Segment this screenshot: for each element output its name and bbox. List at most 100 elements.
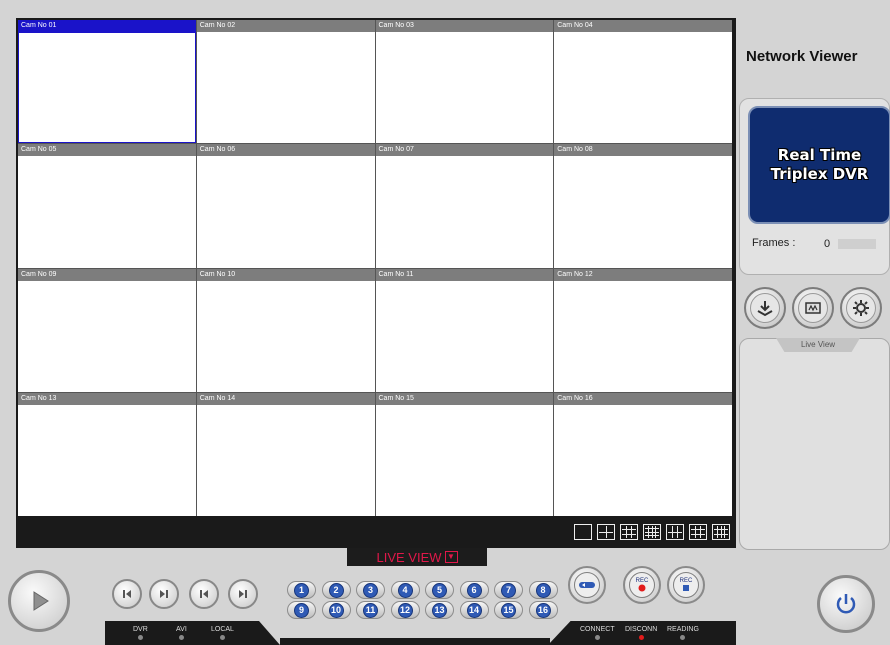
dvr-icon (574, 572, 600, 598)
camera-number-label: 2 (328, 582, 344, 598)
camera-tile[interactable]: Cam No 05 (18, 144, 196, 268)
rec-blue-icon: REC (673, 572, 699, 598)
record-stop-button[interactable]: REC (667, 566, 705, 604)
camera-number-button[interactable]: 1 (287, 581, 316, 599)
step-forward-button[interactable] (149, 579, 179, 609)
camera-title: Cam No 03 (375, 20, 554, 32)
camera-number-button[interactable]: 2 (321, 581, 351, 599)
status-label: DVR (133, 626, 148, 633)
camera-number-label: 11 (363, 602, 378, 618)
camera-number-button[interactable]: 10 (321, 601, 351, 619)
layout-grid-icon (576, 526, 590, 538)
avi-button[interactable] (792, 287, 834, 329)
camera-tile[interactable]: Cam No 06 (196, 144, 375, 268)
camera-tile[interactable]: Cam No 01 (18, 20, 196, 144)
layout-grid-icon (622, 526, 636, 538)
status-led-icon (219, 635, 225, 640)
status-led-icon (178, 635, 184, 640)
logo-panel: Real Time Triplex DVR Frames : 0 (739, 98, 890, 275)
step-back-button[interactable] (112, 579, 142, 609)
camera-grid: Cam No 01 Cam No 02 Cam No 03 Cam No 04 Cam … (18, 20, 732, 516)
settings-button[interactable] (840, 287, 882, 329)
camera-tile[interactable]: Cam No 07 (375, 144, 554, 268)
play-button[interactable] (8, 570, 70, 632)
camera-number-button[interactable]: 16 (528, 601, 558, 619)
camera-number-label: 9 (294, 602, 309, 618)
layout-button-6[interactable] (689, 524, 707, 540)
status-indicator: DVR (133, 626, 148, 640)
download-icon (750, 293, 780, 323)
camera-tile[interactable]: Cam No 16 (554, 392, 732, 516)
status-indicator: CONNECT (580, 626, 615, 640)
camera-number-label: 5 (432, 582, 447, 598)
camera-number-button[interactable]: 4 (390, 581, 420, 599)
layout-button-7[interactable] (712, 524, 730, 540)
layout-button-2[interactable] (597, 524, 615, 540)
layout-grid-icon (668, 526, 682, 538)
live-view-selector[interactable]: LIVE VIEW ▼ (347, 548, 487, 566)
camera-number-button[interactable]: 9 (287, 601, 316, 619)
camera-number-label: 12 (397, 602, 413, 618)
camera-title: Cam No 13 (18, 392, 196, 405)
camera-tile[interactable]: Cam No 12 (554, 268, 732, 392)
status-label: AVI (176, 626, 187, 633)
camera-tile[interactable]: Cam No 08 (554, 144, 732, 268)
live-view-panel: Live View (739, 338, 890, 550)
camera-number-button[interactable]: 7 (494, 581, 523, 599)
control-bar: LIVE VIEW ▼ 1 2 3 4 5 6 7 8 9 10 11 12 13 14 15 16 REC … (0, 548, 736, 645)
camera-tile[interactable]: Cam No 14 (196, 392, 375, 516)
live-view-tab[interactable]: Live View (776, 338, 860, 352)
camera-tile[interactable]: Cam No 04 (554, 20, 732, 144)
skip-end-button[interactable] (228, 579, 258, 609)
camera-number-button[interactable]: 12 (390, 601, 420, 619)
camera-title: Cam No 16 (554, 392, 732, 405)
layout-grid-icon (599, 526, 613, 538)
right-panel: Network Viewer Real Time Triplex DVR Fra… (736, 0, 890, 645)
status-indicator: READING (667, 626, 699, 640)
chevron-down-icon[interactable]: ▼ (444, 551, 458, 563)
camera-number-label: 16 (535, 602, 551, 618)
camera-tile[interactable]: Cam No 11 (375, 268, 554, 392)
camera-number-button[interactable]: 13 (425, 601, 454, 619)
camera-tile[interactable]: Cam No 15 (375, 392, 554, 516)
camera-tile[interactable]: Cam No 03 (375, 20, 554, 144)
logo-screen: Real Time Triplex DVR (748, 106, 890, 224)
record-button[interactable]: REC (623, 566, 661, 604)
camera-tile[interactable]: Cam No 13 (18, 392, 196, 516)
camera-number-label: 7 (501, 582, 516, 598)
camera-tile[interactable]: Cam No 10 (196, 268, 375, 392)
camera-tile[interactable]: Cam No 02 (196, 20, 375, 144)
camera-number-button[interactable]: 6 (459, 581, 489, 599)
layout-button-4[interactable] (643, 524, 661, 540)
camera-number-button[interactable]: 5 (425, 581, 454, 599)
play-icon (33, 591, 49, 611)
layout-grid-icon (645, 526, 659, 538)
camera-title: Cam No 02 (196, 20, 375, 32)
status-indicator: DISCONN (625, 626, 657, 640)
power-button[interactable] (817, 575, 875, 633)
dvr-button[interactable] (568, 566, 606, 604)
download-button[interactable] (744, 287, 786, 329)
logo-line-1: Real Time (777, 146, 862, 164)
camera-tile[interactable]: Cam No 09 (18, 268, 196, 392)
avi-icon (798, 293, 828, 323)
camera-number-label: 4 (397, 582, 413, 598)
layout-button-1[interactable] (574, 524, 592, 540)
camera-number-button[interactable]: 8 (528, 581, 558, 599)
status-led-icon (137, 635, 143, 640)
camera-grid-area: Cam No 01 Cam No 02 Cam No 03 Cam No 04 Cam … (16, 18, 736, 548)
skip-start-button[interactable] (189, 579, 219, 609)
rec-red-icon: REC (629, 572, 655, 598)
camera-number-button[interactable]: 3 (356, 581, 385, 599)
camera-number-button[interactable]: 14 (459, 601, 489, 619)
camera-number-button[interactable]: 11 (356, 601, 385, 619)
gear-icon (846, 293, 876, 323)
step-back-icon (123, 590, 131, 598)
camera-number-button[interactable]: 15 (494, 601, 523, 619)
camera-number-label: 1 (294, 582, 309, 598)
camera-number-label: 8 (535, 582, 551, 598)
status-led-icon (680, 635, 686, 640)
layout-button-3[interactable] (620, 524, 638, 540)
layout-button-5[interactable] (666, 524, 684, 540)
status-label: CONNECT (580, 626, 615, 633)
